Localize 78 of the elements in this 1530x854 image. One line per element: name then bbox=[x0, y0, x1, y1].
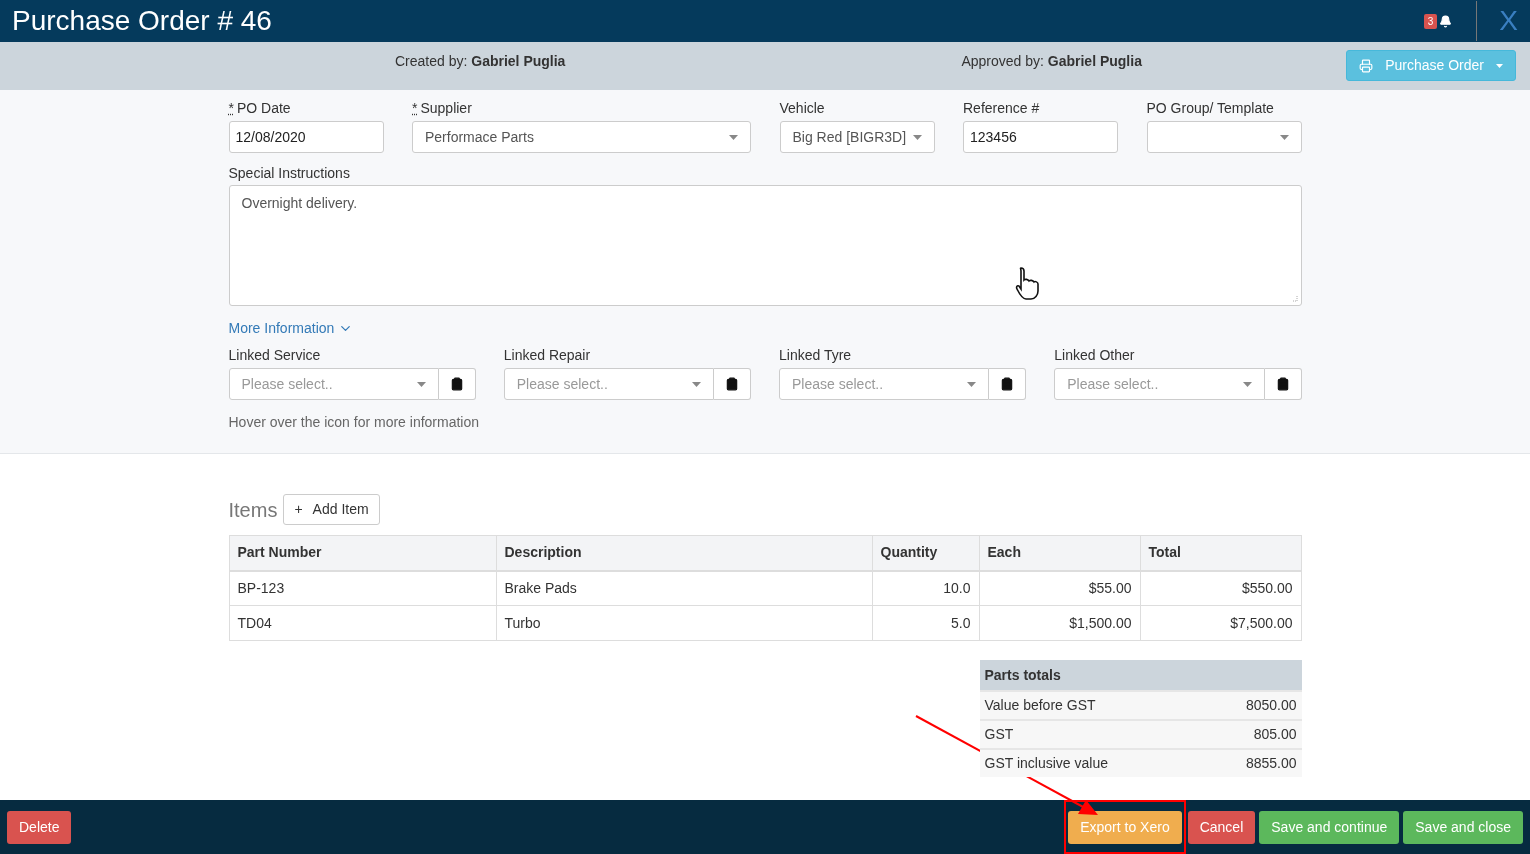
created-by-text: Created by: Gabriel Puglia bbox=[395, 52, 566, 71]
select-field[interactable]: Please select.. bbox=[779, 368, 990, 400]
required-mark: * bbox=[412, 99, 418, 118]
column-header: Quantity bbox=[872, 535, 979, 571]
add-item-button[interactable]: + Add Item bbox=[283, 494, 380, 525]
special-instructions-field[interactable]: Overnight delivery. bbox=[228, 185, 1302, 306]
notification-badge: 3 bbox=[1423, 13, 1438, 29]
table-cell: Brake Pads bbox=[496, 570, 872, 606]
caret-icon bbox=[1242, 381, 1252, 387]
section-title: Items bbox=[228, 497, 278, 523]
table-cell: $550.00 bbox=[1140, 570, 1301, 606]
field-label: PO Group/ Template bbox=[1146, 99, 1274, 118]
totals-title: Parts totals bbox=[979, 660, 1302, 690]
link-record-button[interactable] bbox=[714, 368, 751, 400]
input-field[interactable]: 123456 bbox=[963, 121, 1118, 153]
table-cell: $1,500.00 bbox=[979, 605, 1140, 641]
footer-button[interactable]: Save and continue bbox=[1259, 810, 1400, 844]
clipboard-icon bbox=[725, 377, 739, 391]
select-field[interactable]: Big Red [BIGR3D] bbox=[779, 121, 935, 153]
table-cell: 5.0 bbox=[872, 605, 979, 641]
table-cell: 10.0 bbox=[872, 570, 979, 606]
input-field[interactable]: 12/08/2020 bbox=[228, 121, 384, 153]
field-label: Supplier bbox=[420, 99, 472, 118]
clipboard-icon bbox=[1275, 377, 1290, 391]
select-field[interactable] bbox=[1146, 121, 1302, 153]
field-label: Reference # bbox=[963, 99, 1040, 118]
select-field[interactable]: Please select.. bbox=[228, 368, 439, 400]
bell-icon[interactable] bbox=[1439, 14, 1453, 28]
hint-text: Hover over the icon for more information bbox=[228, 413, 481, 432]
clipboard-icon bbox=[449, 377, 464, 391]
printer-icon bbox=[1359, 58, 1374, 73]
table-cell: TD04 bbox=[229, 605, 496, 641]
footer-button[interactable]: Save and close bbox=[1403, 810, 1523, 844]
field-label: Linked Other bbox=[1054, 346, 1136, 365]
link-record-button[interactable] bbox=[1264, 368, 1302, 400]
totals-value: 8855.00 bbox=[1245, 754, 1297, 773]
field-label: Vehicle bbox=[779, 99, 825, 118]
totals-label: Value before GST bbox=[984, 696, 1096, 715]
table-cell: $7,500.00 bbox=[1140, 605, 1301, 641]
totals-value: 8050.00 bbox=[1245, 696, 1297, 715]
purchase-order-button[interactable]: Purchase Order bbox=[1346, 50, 1516, 81]
field-label: Linked Repair bbox=[503, 346, 592, 365]
field-label: Linked Tyre bbox=[779, 346, 853, 365]
field-label: PO Date bbox=[236, 99, 291, 118]
more-information-link[interactable]: More Information bbox=[228, 318, 354, 339]
caret-icon bbox=[1496, 63, 1503, 68]
caret-icon bbox=[912, 134, 922, 140]
clipboard-icon bbox=[1000, 377, 1015, 391]
caret-icon bbox=[967, 381, 977, 387]
totals-label: GST bbox=[984, 725, 1014, 744]
hand-cursor-icon bbox=[1015, 267, 1039, 300]
caret-icon bbox=[729, 134, 738, 140]
column-header: Total bbox=[1140, 535, 1301, 571]
select-field[interactable]: Please select.. bbox=[1054, 368, 1265, 400]
footer-button[interactable]: Cancel bbox=[1187, 810, 1256, 844]
totals-value: 805.00 bbox=[1253, 725, 1297, 744]
caret-icon bbox=[1279, 134, 1289, 140]
field-label: Special Instructions bbox=[228, 164, 351, 183]
select-field[interactable]: Please select.. bbox=[503, 368, 714, 400]
table-cell: Turbo bbox=[496, 605, 872, 641]
required-mark: * bbox=[228, 99, 234, 118]
table-cell: BP-123 bbox=[229, 570, 496, 606]
caret-icon bbox=[692, 381, 701, 387]
column-header: Description bbox=[496, 535, 872, 571]
table-cell: $55.00 bbox=[979, 570, 1140, 606]
approved-by-text: Approved by: Gabriel Puglia bbox=[961, 52, 1142, 71]
resize-grip-icon bbox=[1290, 295, 1298, 302]
column-header: Each bbox=[979, 535, 1140, 571]
field-label: Linked Service bbox=[228, 346, 322, 365]
link-record-button[interactable] bbox=[989, 368, 1027, 400]
column-header: Part Number bbox=[229, 535, 496, 571]
totals-label: GST inclusive value bbox=[984, 754, 1108, 773]
link-record-button[interactable] bbox=[438, 368, 476, 400]
delete-button[interactable]: Delete bbox=[7, 810, 72, 844]
select-field[interactable]: Performace Parts bbox=[412, 121, 751, 153]
caret-icon bbox=[416, 381, 426, 387]
close-button[interactable]: X bbox=[1499, 7, 1518, 35]
window-title: Purchase Order # 46 bbox=[12, 4, 273, 38]
